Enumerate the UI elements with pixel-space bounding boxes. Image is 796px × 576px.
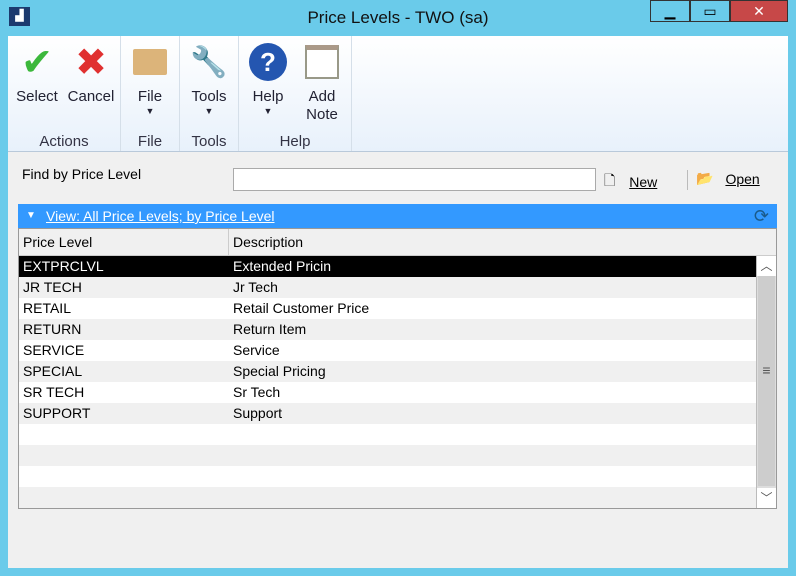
scroll-up-icon[interactable]: ︿ xyxy=(757,256,776,276)
open-folder-icon: 📂 xyxy=(696,170,714,186)
cell-price-level: SERVICE xyxy=(23,342,85,358)
tools-button[interactable]: 🔧 Tools ▼ xyxy=(182,40,236,133)
column-header-description[interactable]: Description xyxy=(229,229,303,255)
cell-description xyxy=(229,445,233,466)
select-button[interactable]: ✔ Select xyxy=(10,40,64,133)
cell-price-level: SPECIAL xyxy=(23,363,83,379)
group-actions: ✔ Select ✖ Cancel Actions xyxy=(8,36,121,151)
view-bar[interactable]: ▼ View: All Price Levels; by Price Level ⟳ xyxy=(18,204,777,228)
add-note-button[interactable]: Add Note xyxy=(295,40,349,133)
table-row[interactable]: SERVICE Service xyxy=(19,340,756,361)
scrollbar[interactable]: ︿ ≡ ﹀ xyxy=(756,256,776,508)
group-tools: 🔧 Tools ▼ Tools xyxy=(180,36,239,151)
cell-price-level: EXTPRCLVL xyxy=(23,258,104,274)
minimize-button[interactable]: ▁ xyxy=(650,0,690,22)
cell-description: Extended Pricin xyxy=(233,258,332,274)
select-label: Select xyxy=(16,88,58,105)
cell-price-level xyxy=(19,487,229,508)
table-row[interactable] xyxy=(19,487,756,508)
column-header-price-level[interactable]: Price Level xyxy=(19,229,229,255)
group-label: Actions xyxy=(39,133,89,151)
group-label: Tools xyxy=(191,133,227,151)
open-button[interactable]: 📂 Open xyxy=(696,170,760,187)
cell-description: Support xyxy=(233,405,283,421)
cancel-label: Cancel xyxy=(67,88,115,105)
table-row[interactable]: SPECIAL Special Pricing xyxy=(19,361,756,382)
new-button[interactable]: 🗋 New xyxy=(604,170,657,194)
cell-description: Retail Customer Price xyxy=(233,300,370,316)
view-label[interactable]: View: All Price Levels; by Price Level xyxy=(46,208,275,224)
cell-price-level xyxy=(19,424,229,445)
help-button[interactable]: ? Help ▼ xyxy=(241,40,295,133)
ribbon: ✔ Select ✖ Cancel Actions File ▼ File 🔧 Tool… xyxy=(8,36,788,152)
help-icon: ? xyxy=(248,40,288,84)
chevron-down-icon: ▼ xyxy=(145,106,155,116)
cell-price-level: RETURN xyxy=(23,321,82,337)
cell-description: Service xyxy=(233,342,280,358)
cell-price-level xyxy=(19,445,229,466)
cell-description: Sr Tech xyxy=(233,384,281,400)
table-row[interactable]: SR TECH Sr Tech xyxy=(19,382,756,403)
table-row[interactable]: RETAIL Retail Customer Price xyxy=(19,298,756,319)
note-icon xyxy=(302,40,342,84)
refresh-icon[interactable]: ⟳ xyxy=(754,204,769,228)
new-label: New xyxy=(629,174,658,190)
add-note-label: Add Note xyxy=(306,88,338,123)
price-level-table: Price Level Description EXTPRCLVL Extended… xyxy=(18,228,777,509)
cell-price-level: JR TECH xyxy=(23,279,82,295)
table-row[interactable] xyxy=(19,424,756,445)
cell-description: Jr Tech xyxy=(233,279,278,295)
new-icon: 🗋 xyxy=(604,172,616,188)
window-body: ✔ Select ✖ Cancel Actions File ▼ File 🔧 Tool… xyxy=(8,36,788,568)
cell-price-level: RETAIL xyxy=(23,300,71,316)
close-button[interactable]: ✕ xyxy=(730,0,788,22)
table-row[interactable]: SUPPORT Support xyxy=(19,403,756,424)
table-row[interactable]: JR TECH Jr Tech xyxy=(19,277,756,298)
file-button[interactable]: File ▼ xyxy=(123,40,177,133)
group-label: Help xyxy=(279,133,311,151)
tools-icon: 🔧 xyxy=(190,45,228,79)
maximize-button[interactable]: ▭ xyxy=(690,0,730,22)
group-file: File ▼ File xyxy=(121,36,180,151)
table-row[interactable] xyxy=(19,445,756,466)
table-row[interactable] xyxy=(19,466,756,487)
scroll-down-icon[interactable]: ﹀ xyxy=(757,488,776,508)
app-icon[interactable]: ▟ xyxy=(9,7,30,26)
help-label: Help xyxy=(252,88,284,105)
table-row[interactable]: RETURN Return Item xyxy=(19,319,756,340)
chevron-down-icon: ▼ xyxy=(204,106,214,116)
open-label: Open xyxy=(725,170,760,187)
cell-description: Special Pricing xyxy=(233,363,326,379)
x-icon: ✖ xyxy=(75,41,107,84)
cell-price-level: SUPPORT xyxy=(23,405,91,421)
cell-description xyxy=(229,466,233,487)
chevron-down-icon[interactable]: ▼ xyxy=(26,204,36,228)
cell-description xyxy=(229,424,233,445)
cell-description xyxy=(229,487,233,508)
group-help: ? Help ▼ Add Note Help xyxy=(239,36,352,151)
table-row[interactable]: EXTPRCLVL Extended Pricin xyxy=(19,256,756,277)
find-label: Find by Price Level xyxy=(22,166,142,182)
checkmark-icon: ✔ xyxy=(21,41,53,84)
folder-icon xyxy=(130,40,170,84)
chevron-down-icon: ▼ xyxy=(263,106,273,116)
find-input[interactable] xyxy=(233,168,596,191)
group-label: File xyxy=(137,133,163,151)
cell-price-level: SR TECH xyxy=(23,384,85,400)
file-label: File xyxy=(137,88,163,105)
cancel-button[interactable]: ✖ Cancel xyxy=(64,40,118,133)
cell-price-level xyxy=(19,466,229,487)
tools-label: Tools xyxy=(191,88,227,105)
cell-description: Return Item xyxy=(233,321,307,337)
divider xyxy=(687,170,688,190)
scroll-thumb[interactable]: ≡ xyxy=(758,276,775,486)
